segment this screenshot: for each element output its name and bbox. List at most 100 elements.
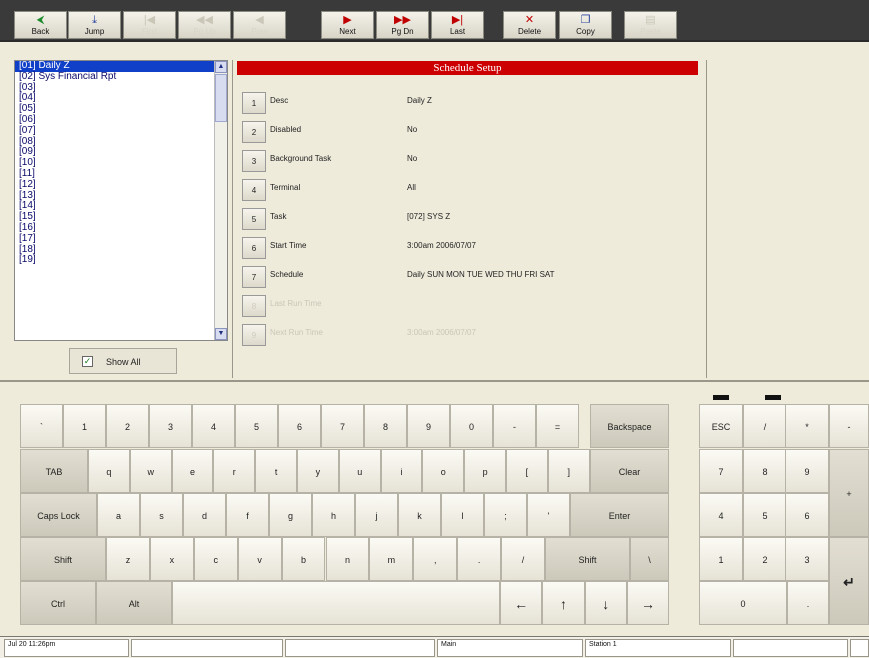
key-key-button[interactable]: , (413, 537, 458, 581)
list-item[interactable]: [02] Sys Financial Rpt (15, 71, 227, 83)
list-item[interactable]: [15] (15, 211, 227, 223)
list-item[interactable]: [05] (15, 103, 227, 115)
list-item[interactable]: [10] (15, 157, 227, 169)
key-0-button[interactable]: 0 (699, 581, 787, 625)
first-button[interactable]: |◀ First (123, 11, 176, 39)
list-item[interactable]: [07] (15, 125, 227, 137)
key-key-button[interactable]: ↓ (584, 581, 627, 625)
delete-button[interactable]: ✕ Delete (503, 11, 556, 39)
key-key-button[interactable]: + (829, 449, 869, 537)
key-6-button[interactable]: 6 (785, 493, 829, 537)
key-m-button[interactable]: m (369, 537, 414, 581)
schedule-list[interactable]: [01] Daily Z [02] Sys Financial Rpt [03] [0… (14, 60, 228, 341)
key-v-button[interactable]: v (237, 537, 282, 581)
key-key-button[interactable]: ← (500, 581, 543, 625)
key-e-button[interactable]: e (171, 449, 214, 493)
key-l-button[interactable]: l (441, 493, 484, 537)
key-key-button[interactable]: - (493, 404, 536, 448)
key-9-button[interactable]: 9 (407, 404, 450, 448)
row-9-button[interactable]: 9 (242, 324, 266, 346)
key-key-button[interactable]: / (743, 404, 787, 448)
key-key-button[interactable]: . (457, 537, 502, 581)
list-item[interactable]: [18] (15, 244, 227, 256)
list-item[interactable]: [17] (15, 233, 227, 245)
key-key-button[interactable]: - (829, 404, 869, 448)
key-key-button[interactable]: [ (506, 449, 548, 493)
row-5-button[interactable]: 5 (242, 208, 266, 230)
key-h-button[interactable]: h (312, 493, 355, 537)
list-item[interactable]: [09] (15, 147, 227, 158)
key-3-button[interactable]: 3 (785, 537, 829, 581)
key-o-button[interactable]: o (422, 449, 465, 493)
back-button[interactable]: ⮜ Back (14, 11, 67, 39)
list-scrollbar[interactable]: ▲ ▼ (214, 61, 227, 340)
key-z-button[interactable]: z (106, 537, 150, 581)
scroll-down-button[interactable]: ▼ (215, 328, 227, 340)
key-g-button[interactable]: g (269, 493, 312, 537)
row-3-button[interactable]: 3 (242, 150, 266, 172)
jump-button[interactable]: ⤓ Jump (68, 11, 121, 39)
key-2-button[interactable]: 2 (743, 537, 787, 581)
key-7-button[interactable]: 7 (321, 404, 364, 448)
list-item[interactable]: [19] (15, 255, 227, 266)
key-a-button[interactable]: a (97, 493, 140, 537)
key-5-button[interactable]: 5 (235, 404, 278, 448)
pg-up-button[interactable]: ◀◀ Pg Up (178, 11, 231, 39)
key-u-button[interactable]: u (338, 449, 381, 493)
row-7-button[interactable]: 7 (242, 266, 266, 288)
key-x-button[interactable]: x (149, 537, 194, 581)
key-b-button[interactable]: b (281, 537, 326, 581)
key-9-button[interactable]: 9 (785, 449, 829, 493)
list-item[interactable]: [16] (15, 222, 227, 234)
key-key-button[interactable] (172, 581, 500, 625)
key-2-button[interactable]: 2 (106, 404, 149, 448)
list-item[interactable]: [13] (15, 190, 227, 202)
row-1-button[interactable]: 1 (242, 92, 266, 114)
key-r-button[interactable]: r (213, 449, 256, 493)
list-item[interactable]: [14] (15, 201, 227, 212)
key-key-button[interactable]: * (785, 404, 829, 448)
key-n-button[interactable]: n (325, 537, 370, 581)
key-q-button[interactable]: q (88, 449, 130, 493)
row-4-button[interactable]: 4 (242, 179, 266, 201)
key-key-button[interactable]: / (501, 537, 545, 581)
key-key-button[interactable]: → (626, 581, 670, 625)
key-shift-button[interactable]: Shift (20, 537, 106, 581)
key-caps-lock-button[interactable]: Caps Lock (20, 493, 97, 537)
prev-button[interactable]: ◀ Prev (233, 11, 286, 39)
scroll-thumb[interactable] (215, 74, 227, 122)
key-key-button[interactable]: ' (527, 493, 570, 537)
show-all-checkbox[interactable]: ✓ (82, 356, 93, 367)
copy-button[interactable]: ❐ Copy (559, 11, 612, 39)
key-key-button[interactable]: ; (484, 493, 527, 537)
key-key-button[interactable]: ↵ (829, 537, 869, 625)
key-8-button[interactable]: 8 (743, 449, 787, 493)
key-c-button[interactable]: c (193, 537, 238, 581)
next-button[interactable]: ▶ Next (321, 11, 374, 39)
list-item[interactable]: [03] (15, 82, 227, 94)
key-d-button[interactable]: d (183, 493, 226, 537)
key-enter-button[interactable]: Enter (570, 493, 669, 537)
paste-button[interactable]: ▤ Paste (624, 11, 677, 39)
key-key-button[interactable]: . (787, 581, 829, 625)
row-6-button[interactable]: 6 (242, 237, 266, 259)
key-4-button[interactable]: 4 (192, 404, 235, 448)
key-j-button[interactable]: j (355, 493, 398, 537)
key-t-button[interactable]: t (255, 449, 297, 493)
key-w-button[interactable]: w (129, 449, 172, 493)
key-key-button[interactable]: \ (630, 537, 669, 581)
key-y-button[interactable]: y (297, 449, 339, 493)
key-s-button[interactable]: s (140, 493, 183, 537)
key-ctrl-button[interactable]: Ctrl (20, 581, 96, 625)
key-shift-button[interactable]: Shift (545, 537, 630, 581)
key-3-button[interactable]: 3 (149, 404, 192, 448)
key-backspace-button[interactable]: Backspace (590, 404, 669, 448)
list-item[interactable]: [11] (15, 168, 227, 180)
row-2-button[interactable]: 2 (242, 121, 266, 143)
row-8-button[interactable]: 8 (242, 295, 266, 317)
key-key-button[interactable]: ` (20, 404, 63, 448)
key-0-button[interactable]: 0 (450, 404, 493, 448)
pg-dn-button[interactable]: ▶▶ Pg Dn (376, 11, 429, 39)
key-1-button[interactable]: 1 (699, 537, 743, 581)
list-item[interactable]: [04] (15, 93, 227, 104)
